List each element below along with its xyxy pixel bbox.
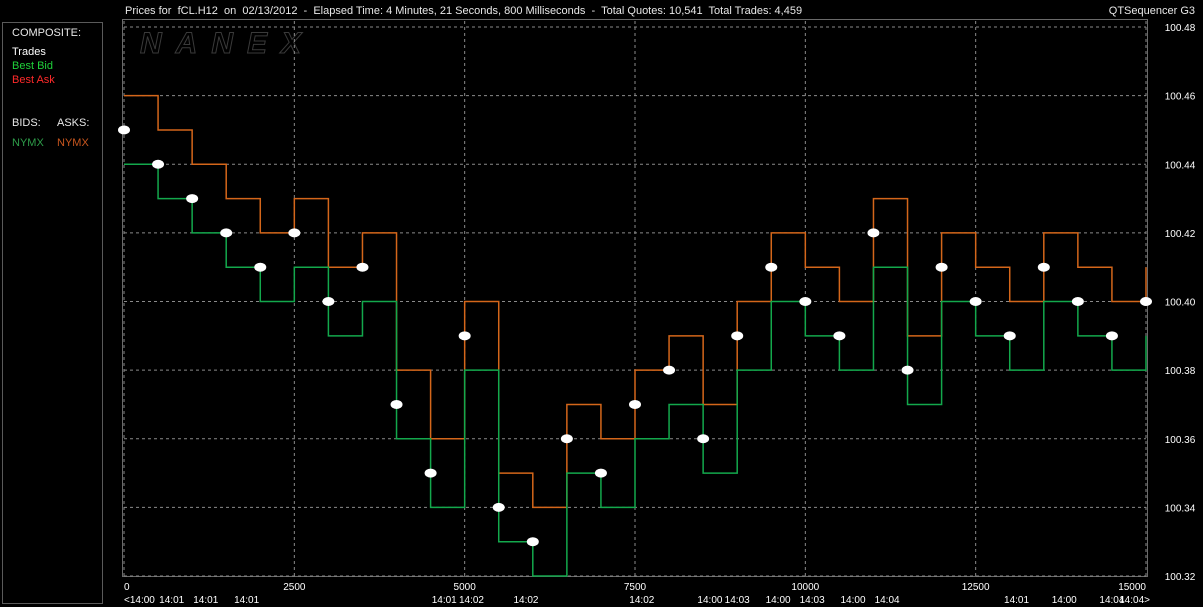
trade-point xyxy=(458,331,471,341)
trade-point xyxy=(390,399,403,409)
time-label: 14:00 xyxy=(1052,595,1077,606)
trade-point xyxy=(799,297,812,306)
trade-point xyxy=(697,434,710,444)
x-tick-label: 15000 xyxy=(1118,582,1146,593)
x-tick-label: 5000 xyxy=(454,582,477,593)
trade-point xyxy=(1071,297,1084,306)
trade-point xyxy=(629,399,641,409)
time-label: 14:03 xyxy=(800,595,825,606)
trade-point xyxy=(1003,331,1016,341)
y-tick-label: 100.40 xyxy=(1165,298,1196,309)
y-tick-label: 100.38 xyxy=(1165,366,1196,377)
y-axis-ticks: 100.32 100.34 100.36 100.38 100.40 100.42 100.… xyxy=(1165,23,1196,583)
x-tick-label: 0 xyxy=(124,582,130,593)
trade-point xyxy=(833,331,846,341)
trade-point xyxy=(152,159,165,169)
time-label: 14:00 xyxy=(841,595,866,606)
y-tick-label: 100.46 xyxy=(1165,92,1196,103)
x-axis-ticks: 0 2500 5000 7500 10000 12500 15000 xyxy=(124,582,1146,593)
time-label: 14:01 xyxy=(234,595,259,606)
trade-point xyxy=(118,125,130,135)
trade-point xyxy=(969,297,982,306)
trade-point xyxy=(220,228,233,238)
trade-point xyxy=(424,468,437,478)
time-label: 14:04 xyxy=(875,595,900,606)
trade-point xyxy=(288,228,301,238)
time-label: 14:02 xyxy=(459,595,484,606)
time-label: 14:00 xyxy=(766,595,791,606)
trade-point xyxy=(765,262,778,272)
x-tick-label: 2500 xyxy=(283,582,306,593)
time-label: 14:01 xyxy=(193,595,218,606)
trade-point xyxy=(594,468,607,478)
trade-point xyxy=(254,262,267,272)
trade-point xyxy=(935,262,948,272)
trade-point xyxy=(1105,331,1118,341)
x-tick-label: 10000 xyxy=(791,582,819,593)
trade-point xyxy=(492,502,505,512)
trade-point xyxy=(1140,297,1152,306)
time-axis-labels: <14:00 14:01 14:01 14:01 14:01 14:02 14:02 14:0… xyxy=(124,595,1150,606)
x-tick-label: 7500 xyxy=(624,582,647,593)
trade-point xyxy=(560,434,573,444)
y-tick-label: 100.34 xyxy=(1165,503,1196,514)
trade-point xyxy=(731,331,744,341)
time-label: <14:00 xyxy=(124,595,155,606)
trade-point xyxy=(867,228,880,238)
time-label: 14:03 xyxy=(725,595,750,606)
x-tick-label: 12500 xyxy=(962,582,990,593)
price-chart: NANEX 100.32100.34100.36100.38100.40100.… xyxy=(118,21,1196,606)
y-tick-label: 100.36 xyxy=(1165,435,1196,446)
y-tick-label: 100.48 xyxy=(1165,23,1196,34)
watermark-logo: NANEX xyxy=(140,27,315,60)
trade-point xyxy=(526,537,539,547)
time-label: 14:02 xyxy=(629,595,654,606)
y-tick-label: 100.32 xyxy=(1165,572,1196,583)
time-label: 14:01 xyxy=(159,595,184,606)
time-label: 14:00 xyxy=(697,595,722,606)
y-tick-label: 100.44 xyxy=(1165,160,1196,171)
trade-point xyxy=(1037,262,1050,272)
y-tick-label: 100.42 xyxy=(1165,229,1196,240)
trade-point xyxy=(356,262,369,272)
trade-point xyxy=(663,365,676,375)
time-label: 14:02 xyxy=(513,595,538,606)
time-label: 14:04> xyxy=(1119,595,1150,606)
trade-point xyxy=(322,297,335,306)
time-label: 14:01 xyxy=(432,595,457,606)
trade-point xyxy=(186,194,199,204)
trade-point xyxy=(901,365,914,375)
time-label: 14:01 xyxy=(1004,595,1029,606)
